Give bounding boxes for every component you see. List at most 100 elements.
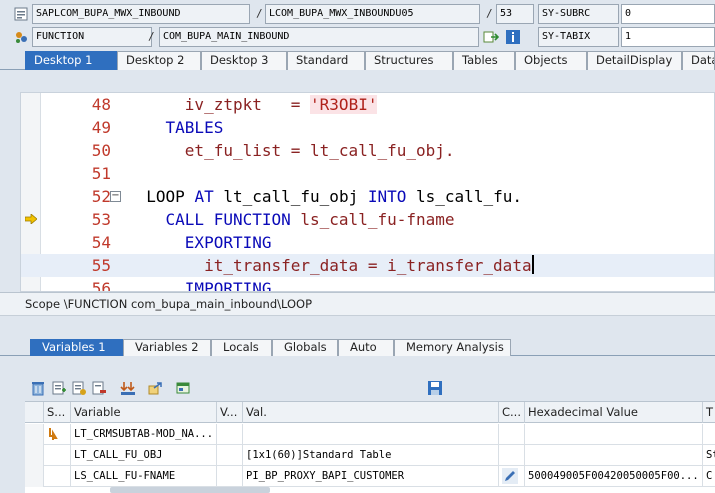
code-token: IMPORTING — [127, 279, 272, 292]
pencil-icon[interactable] — [502, 468, 518, 484]
fold-toggle-icon[interactable]: − — [110, 191, 121, 202]
info-icon[interactable] — [505, 29, 521, 45]
tab-tables[interactable]: Tables — [453, 51, 515, 70]
table-row[interactable]: LT_CRMSUBTAB-MOD_NA... — [25, 424, 715, 445]
code-line[interactable]: 53 CALL FUNCTION ls_call_fu-fname — [21, 208, 714, 231]
value-cell[interactable] — [243, 424, 499, 445]
desktop-tabs: Desktop 1 Desktop 2 Desktop 3 Standard S… — [0, 51, 715, 70]
tab-desktop-2[interactable]: Desktop 2 — [117, 51, 201, 70]
variables-toolbar — [0, 378, 715, 398]
code-line[interactable]: 49 TABLES — [21, 116, 714, 139]
horizontal-scrollbar[interactable] — [110, 487, 270, 493]
col-header-status[interactable]: S... — [44, 402, 71, 423]
insert-row-icon[interactable] — [51, 380, 67, 396]
type-cell: St — [706, 449, 715, 461]
table-row[interactable]: LS_CALL_FU-FNAME PI_BP_PROXY_BAPI_CUSTOM… — [25, 466, 715, 487]
include-field[interactable]: LCOM_BUPA_MWX_INBOUNDU05 — [265, 4, 480, 24]
line-number-field[interactable]: 53 — [496, 4, 534, 24]
program-field[interactable]: SAPLCOM_BUPA_MWX_INBOUND — [32, 4, 250, 24]
sysvar-name-field[interactable]: SY-SUBRC — [538, 4, 619, 24]
tab-structures[interactable]: Structures — [365, 51, 453, 70]
line-number: 53 — [91, 210, 111, 229]
code-line[interactable]: 55 it_transfer_data = i_transfer_data — [21, 254, 714, 277]
col-header-value[interactable]: Val. — [243, 402, 499, 423]
variable-name-cell[interactable]: LT_CALL_FU_OBJ — [71, 445, 217, 466]
col-header-variable[interactable]: Variable — [71, 402, 217, 423]
line-number: 50 — [91, 141, 111, 160]
v-cell — [217, 445, 243, 466]
sort-icon[interactable] — [120, 380, 136, 396]
tab-variables-2[interactable]: Variables 2 — [123, 339, 211, 356]
export-icon[interactable] — [147, 380, 163, 396]
watchpoint-cell[interactable] — [44, 424, 71, 445]
col-header-v[interactable]: V... — [217, 402, 243, 423]
value-cell[interactable]: [1x1(60)]Standard Table — [243, 445, 499, 466]
tab-variables-1[interactable]: Variables 1 — [30, 339, 123, 356]
tab-standard[interactable]: Standard — [287, 51, 365, 70]
hex-cell[interactable] — [525, 424, 703, 445]
col-header-type[interactable]: T — [703, 402, 715, 423]
hex-cell[interactable] — [525, 445, 703, 466]
edit-row-icon[interactable] — [71, 380, 87, 396]
code-editor[interactable]: 48 iv_ztpkt = 'R3OBI' 49 TABLES 50 et_fu_l… — [20, 92, 715, 292]
hex-cell[interactable]: 500049005F00420050005F00... — [525, 466, 703, 487]
tab-auto[interactable]: Auto — [338, 339, 394, 356]
event-type-field[interactable]: FUNCTION — [32, 27, 152, 47]
tab-globals[interactable]: Globals — [272, 339, 338, 356]
code-text: LOOP AT lt_call_fu_obj INTO ls_call_fu. — [127, 185, 522, 208]
col-header-hex[interactable]: Hexadecimal Value — [525, 402, 703, 423]
row-selector[interactable] — [25, 424, 44, 445]
code-token: LOOP — [127, 187, 195, 206]
code-line[interactable]: 52− LOOP AT lt_call_fu_obj INTO ls_call_… — [21, 185, 714, 208]
remove-row-icon[interactable] — [91, 380, 107, 396]
tab-memory-analysis[interactable]: Memory Analysis — [394, 339, 511, 356]
code-token: iv_ztpkt = — [127, 95, 311, 114]
status-cell — [44, 466, 71, 487]
tab-objects[interactable]: Objects — [515, 51, 587, 70]
code-line[interactable]: 54 EXPORTING — [21, 231, 714, 254]
code-line[interactable]: 56 IMPORTING — [21, 277, 714, 292]
layout-icon[interactable] — [175, 380, 191, 396]
change-cell — [499, 424, 525, 445]
code-text: IMPORTING — [127, 277, 272, 292]
scope-bar: Scope \FUNCTION com_bupa_main_inbound\LO… — [0, 292, 715, 316]
separator: / — [486, 7, 493, 20]
code-token: ls_call_fu. — [416, 187, 522, 206]
tab-data[interactable]: Data — [682, 51, 715, 70]
sysvar-name-field[interactable]: SY-TABIX — [538, 27, 619, 47]
col-header-change[interactable]: C... — [499, 402, 525, 423]
value-cell[interactable]: PI_BP_PROXY_BAPI_CUSTOMER — [243, 466, 499, 487]
code-line[interactable]: 48 iv_ztpkt = 'R3OBI' — [21, 93, 714, 116]
variable-name-cell[interactable]: LS_CALL_FU-FNAME — [71, 466, 217, 487]
delete-icon[interactable] — [30, 380, 46, 396]
row-selector[interactable] — [25, 466, 44, 487]
separator: / — [148, 30, 155, 43]
code-line[interactable]: 51 — [21, 162, 714, 185]
sysvar-value-field[interactable]: 0 — [621, 4, 715, 24]
table-row[interactable]: LT_CALL_FU_OBJ [1x1(60)]Standard Table S… — [25, 445, 715, 466]
navigate-icon[interactable] — [483, 29, 500, 45]
tab-detail-display[interactable]: DetailDisplay — [587, 51, 682, 70]
tab-locals[interactable]: Locals — [211, 339, 272, 356]
type-cell — [703, 424, 715, 445]
line-number: 55 — [91, 256, 111, 275]
change-cell[interactable] — [499, 466, 525, 487]
tab-desktop-1[interactable]: Desktop 1 — [25, 51, 117, 70]
event-name-field[interactable]: COM_BUPA_MAIN_INBOUND — [159, 27, 479, 47]
separator: / — [256, 7, 263, 20]
v-cell — [217, 466, 243, 487]
tab-desktop-3[interactable]: Desktop 3 — [201, 51, 287, 70]
code-text: et_fu_list = lt_call_fu_obj. — [127, 139, 455, 162]
sysvar-value-field[interactable]: 1 — [621, 27, 715, 47]
code-token: 'R3OBI' — [310, 95, 378, 114]
variable-name-cell[interactable]: LT_CRMSUBTAB-MOD_NA... — [71, 424, 217, 445]
line-number: 56 — [91, 279, 111, 292]
line-number: 54 — [91, 233, 111, 252]
code-token: et_fu_list = lt_call_fu_obj. — [127, 141, 455, 160]
code-line[interactable]: 50 et_fu_list = lt_call_fu_obj. — [21, 139, 714, 162]
status-row-event: FUNCTION / COM_BUPA_MAIN_INBOUND SY-TABI… — [0, 27, 715, 49]
code-text: CALL FUNCTION ls_call_fu-fname — [127, 208, 455, 231]
row-selector[interactable] — [25, 445, 44, 466]
v-cell — [217, 424, 243, 445]
save-icon[interactable] — [427, 380, 443, 396]
